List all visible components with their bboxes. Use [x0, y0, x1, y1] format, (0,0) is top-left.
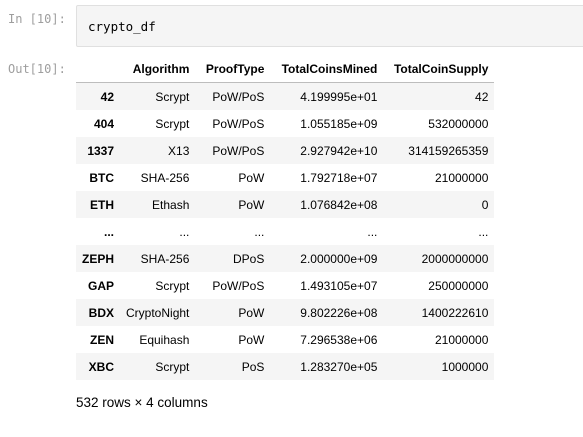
cell-totalcoinsmined: 9.802226e+08 — [300, 305, 378, 320]
code-text[interactable]: crypto_df — [88, 19, 156, 34]
cell-algorithm: Scrypt — [155, 89, 190, 104]
row-index: 404 — [93, 116, 115, 131]
cell-algorithm: SHA-256 — [140, 251, 190, 266]
column-header-prooftype: ProofType — [195, 55, 271, 83]
input-prompt: In [10]: — [8, 12, 66, 26]
cell-totalcoinsupply: 1000000 — [441, 359, 489, 374]
cell-prooftype: ... — [254, 224, 265, 239]
cell-totalcoinsmined: 1.493105e+07 — [300, 278, 378, 293]
table-row: BTC SHA-256 PoW 1.792718e+07 21000000 — [76, 164, 494, 191]
cell-totalcoinsupply: 21000000 — [434, 332, 489, 347]
row-index: ... — [104, 224, 115, 239]
cell-algorithm: CryptoNight — [126, 305, 190, 320]
table-body: 42 Scrypt PoW/PoS 4.199995e+01 42 404 Sc… — [76, 82, 495, 380]
cell-algorithm: Scrypt — [155, 116, 190, 131]
cell-prooftype: PoW/PoS — [212, 89, 265, 104]
cell-prooftype: PoW/PoS — [212, 143, 265, 158]
cell-totalcoinsupply: ... — [478, 224, 489, 239]
row-index: 1337 — [87, 143, 115, 158]
table-header-row: Algorithm ProofType TotalCoinsMined Tota… — [76, 55, 495, 83]
cell-totalcoinsupply: 314159265359 — [408, 143, 489, 158]
table-row: ZEN Equihash PoW 7.296538e+06 21000000 — [76, 326, 494, 353]
table-row: 1337 X13 PoW/PoS 2.927942e+10 3141592653… — [76, 137, 495, 164]
cell-totalcoinsupply: 250000000 — [428, 278, 489, 293]
table-row: GAP Scrypt PoW/PoS 1.493105e+07 25000000… — [76, 272, 494, 299]
row-index: BTC — [89, 170, 115, 185]
cell-totalcoinsmined: 4.199995e+01 — [300, 89, 378, 104]
cell-totalcoinsmined: ... — [367, 224, 378, 239]
cell-totalcoinsmined: 1.055185e+09 — [300, 116, 378, 131]
cell-algorithm: Scrypt — [155, 359, 190, 374]
output-prompt: Out[10]: — [8, 62, 66, 76]
cell-algorithm: Equihash — [139, 332, 190, 347]
table-row: ETH Ethash PoW 1.076842e+08 0 — [76, 191, 495, 218]
cell-algorithm: Ethash — [152, 197, 190, 212]
row-index: ZEPH — [82, 251, 115, 266]
output-area: Algorithm ProofType TotalCoinsMined Tota… — [76, 55, 495, 380]
row-index: ETH — [90, 197, 115, 212]
table-row: BDX CryptoNight PoW 9.802226e+08 1400222… — [76, 299, 495, 326]
row-index: GAP — [88, 278, 115, 293]
cell-algorithm: SHA-256 — [140, 170, 190, 185]
cell-prooftype: PoS — [241, 359, 265, 374]
cell-totalcoinsmined: 1.076842e+08 — [300, 197, 378, 212]
cell-totalcoinsupply: 21000000 — [434, 170, 489, 185]
row-index: BDX — [88, 305, 115, 320]
cell-totalcoinsmined: 7.296538e+06 — [300, 332, 378, 347]
code-cell[interactable]: crypto_df — [76, 5, 583, 47]
dataframe-summary: 532 rows × 4 columns — [76, 395, 208, 410]
cell-algorithm: ... — [179, 224, 190, 239]
table-row: XBC Scrypt PoS 1.283270e+05 1000000 — [76, 353, 495, 380]
cell-prooftype: PoW — [238, 197, 265, 212]
table-row: 42 Scrypt PoW/PoS 4.199995e+01 42 — [76, 82, 495, 110]
row-index: XBC — [88, 359, 115, 374]
cell-totalcoinsupply: 532000000 — [428, 116, 489, 131]
cell-algorithm: Scrypt — [155, 278, 190, 293]
table-row: 404 Scrypt PoW/PoS 1.055185e+09 53200000… — [76, 110, 494, 137]
cell-totalcoinsmined: 2.000000e+09 — [300, 251, 378, 266]
cell-prooftype: PoW/PoS — [212, 278, 265, 293]
cell-prooftype: PoW — [238, 332, 265, 347]
cell-prooftype: DPoS — [233, 251, 265, 266]
cell-prooftype: PoW/PoS — [212, 116, 265, 131]
row-index: 42 — [100, 89, 115, 104]
cell-prooftype: PoW — [238, 170, 265, 185]
cell-totalcoinsmined: 1.283270e+05 — [300, 359, 378, 374]
column-header-algorithm: Algorithm — [120, 55, 196, 83]
cell-totalcoinsmined: 1.792718e+07 — [300, 170, 378, 185]
cell-totalcoinsmined: 2.927942e+10 — [300, 143, 378, 158]
index-header — [76, 55, 121, 83]
cell-algorithm: X13 — [168, 143, 190, 158]
cell-totalcoinsupply: 1400222610 — [421, 305, 489, 320]
dataframe-table: Algorithm ProofType TotalCoinsMined Tota… — [76, 55, 495, 380]
cell-totalcoinsupply: 2000000000 — [421, 251, 489, 266]
table-row: ZEPH SHA-256 DPoS 2.000000e+09 200000000… — [76, 245, 495, 272]
table-row-ellipsis: ... ... ... ... ... — [76, 218, 494, 245]
cell-totalcoinsupply: 42 — [475, 89, 489, 104]
cell-totalcoinsupply: 0 — [481, 197, 489, 212]
column-header-totalcoinsupply: TotalCoinSupply — [383, 55, 495, 83]
row-index: ZEN — [90, 332, 115, 347]
column-header-totalcoinsmined: TotalCoinsMined — [270, 55, 384, 83]
cell-prooftype: PoW — [238, 305, 265, 320]
